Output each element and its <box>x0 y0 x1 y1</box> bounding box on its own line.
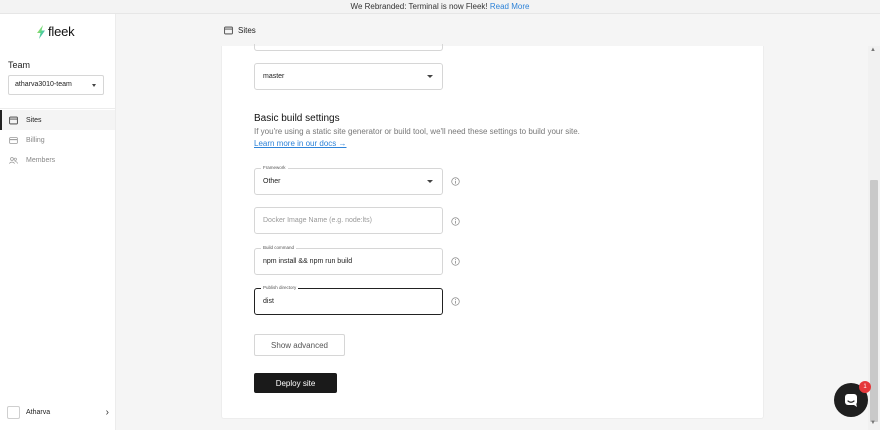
caret-down-icon <box>92 84 96 87</box>
avatar <box>7 405 20 419</box>
page-title: Sites <box>238 25 256 35</box>
show-advanced-button[interactable]: Show advanced <box>254 334 345 356</box>
build-command-input[interactable]: Build command npm install && npm run bui… <box>254 244 443 275</box>
info-icon[interactable] <box>451 217 460 226</box>
caret-down-icon <box>427 75 433 78</box>
framework-value: Other <box>263 178 281 185</box>
sidebar-item-label: Billing <box>26 136 45 144</box>
build-settings-card: master Basic build settings If you're us… <box>221 44 764 419</box>
sidebar-item-label: Members <box>26 156 56 164</box>
user-menu[interactable]: Atharva › <box>7 404 111 420</box>
brand-name: fleek <box>48 24 75 39</box>
build-command-label: Build command <box>261 244 297 251</box>
scroll-down-arrow-icon[interactable]: ▼ <box>870 420 876 426</box>
card-icon <box>9 136 18 144</box>
announcement-banner: We Rebranded: Terminal is now Fleek! Rea… <box>0 0 880 14</box>
learn-more-link[interactable]: Learn more in our docs → <box>254 139 347 148</box>
browser-icon <box>224 26 233 34</box>
scrollbar-thumb[interactable] <box>870 180 878 422</box>
notification-badge: 1 <box>859 381 871 393</box>
fleek-logo[interactable]: fleek <box>36 24 75 39</box>
sidebar: fleek Team atharva3010-team Sites Billin… <box>0 14 116 430</box>
section-title: Basic build settings <box>254 113 340 124</box>
sidebar-item-sites[interactable]: Sites <box>0 110 115 130</box>
branch-select-value: master <box>263 73 285 80</box>
section-description: If you're using a static site generator … <box>254 127 580 136</box>
caret-down-icon <box>427 180 433 183</box>
docker-image-placeholder: Docker Image Name (e.g. node:lts) <box>263 217 372 224</box>
publish-directory-value: dist <box>263 298 274 305</box>
info-icon[interactable] <box>451 177 460 186</box>
team-label: Team <box>8 60 31 70</box>
framework-label: Framework <box>261 164 288 171</box>
chat-bubble-icon <box>845 394 857 407</box>
people-icon <box>9 156 18 164</box>
previous-field-edge[interactable] <box>254 44 443 51</box>
branch-select[interactable]: master <box>254 63 443 90</box>
info-icon[interactable] <box>451 257 460 266</box>
sidebar-divider <box>0 108 115 109</box>
banner-text: We Rebranded: Terminal is now Fleek! <box>350 2 488 11</box>
team-select[interactable]: atharva3010-team <box>8 75 104 95</box>
publish-directory-label: Publish directory <box>261 284 299 291</box>
info-icon[interactable] <box>451 297 460 306</box>
banner-read-more-link[interactable]: Read More <box>490 2 530 11</box>
deploy-site-button[interactable]: Deploy site <box>254 373 337 393</box>
publish-directory-input[interactable]: Publish directory dist <box>254 284 443 315</box>
lightning-bolt-icon <box>37 24 45 39</box>
browser-icon <box>9 116 18 124</box>
framework-select[interactable]: Framework Other <box>254 164 443 195</box>
team-select-value: atharva3010-team <box>15 81 72 88</box>
chevron-right-icon: › <box>105 407 109 418</box>
scroll-up-arrow-icon[interactable]: ▲ <box>870 47 876 53</box>
sidebar-item-billing[interactable]: Billing <box>0 130 115 150</box>
user-name: Atharva <box>26 408 51 416</box>
sidebar-nav: Sites Billing Members <box>0 110 115 170</box>
page-header: Sites <box>116 14 868 46</box>
build-command-value: npm install && npm run build <box>263 258 353 265</box>
sidebar-item-members[interactable]: Members <box>0 150 115 170</box>
sidebar-item-label: Sites <box>26 116 42 124</box>
docker-image-input[interactable]: Docker Image Name (e.g. node:lts) <box>254 207 443 234</box>
